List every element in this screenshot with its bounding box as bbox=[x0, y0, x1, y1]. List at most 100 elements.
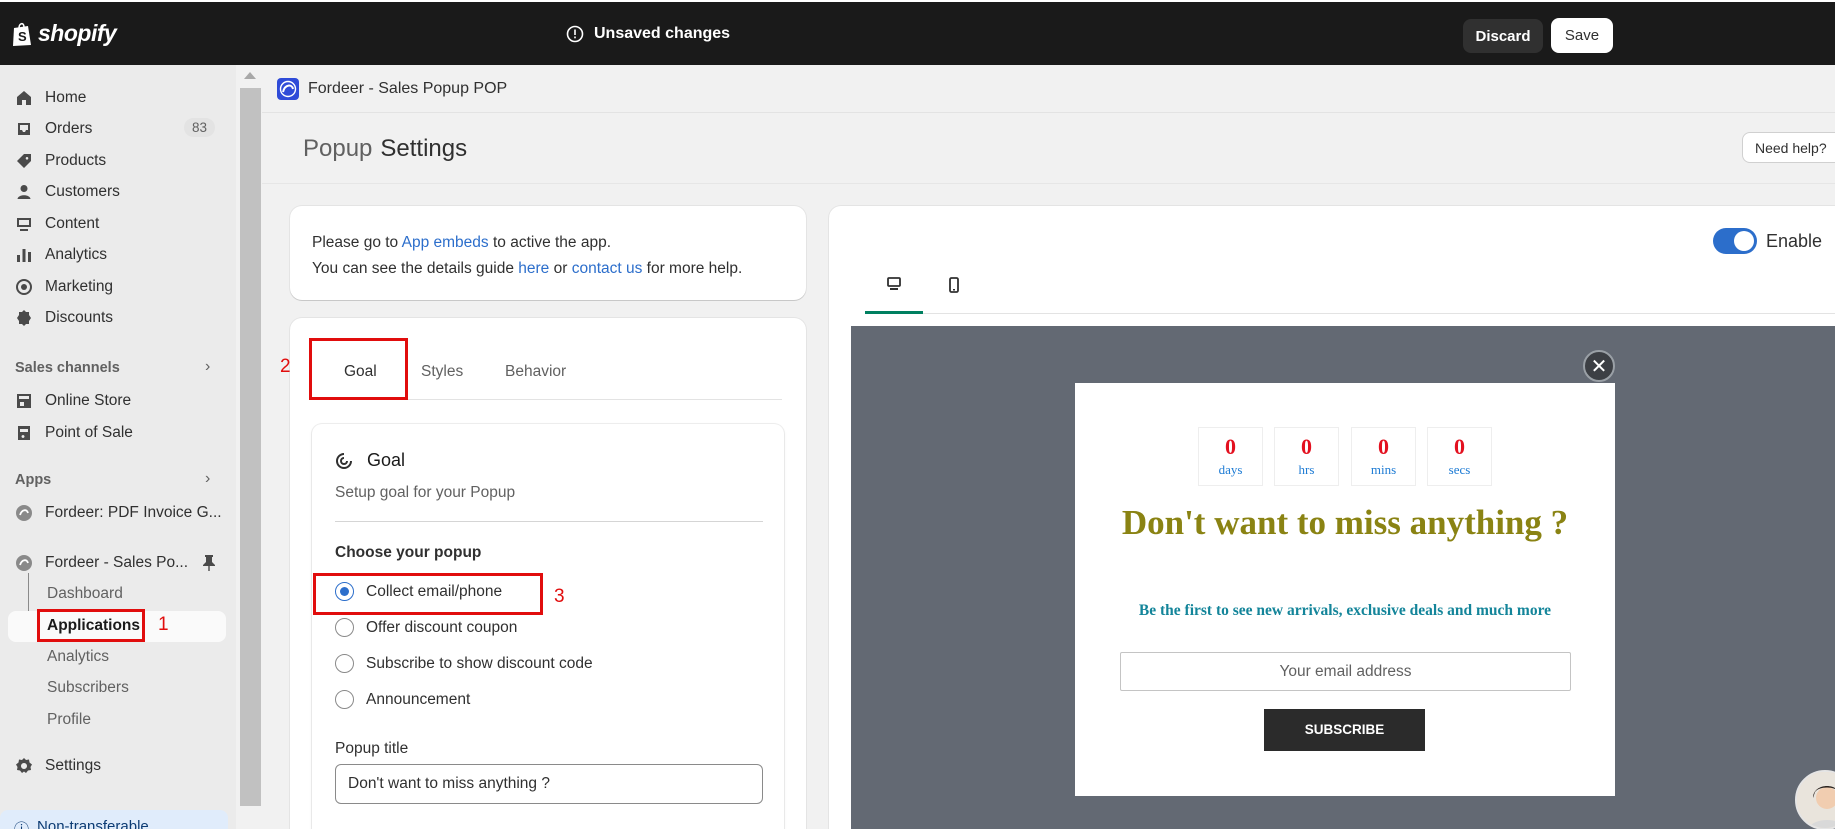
radio-icon[interactable] bbox=[335, 618, 354, 637]
person-icon bbox=[17, 185, 31, 199]
sidebar-item-content[interactable]: Content bbox=[15, 212, 99, 236]
sidebar-item-point-of-sale[interactable]: Point of Sale bbox=[15, 421, 133, 445]
sales-channels-title[interactable]: Sales channels bbox=[15, 360, 120, 376]
sidebar-item-analytics[interactable]: Analytics bbox=[15, 243, 107, 267]
sidebar-subitem-subscribers[interactable]: Subscribers bbox=[47, 679, 129, 697]
gear-icon bbox=[16, 758, 32, 773]
countdown-days: 0 days bbox=[1199, 428, 1262, 485]
enable-label: Enable bbox=[1766, 231, 1823, 251]
sidebar-item-fordeer-pdf[interactable]: Fordeer: PDF Invoice G... bbox=[15, 501, 222, 525]
goal-section: Goal Setup goal for your Popup Choose yo… bbox=[312, 424, 784, 829]
fordeer-app-icon bbox=[16, 505, 32, 521]
sidebar-subitem-analytics[interactable]: Analytics bbox=[47, 648, 109, 666]
sidebar-item-settings[interactable]: Settings bbox=[15, 754, 101, 778]
radio-announcement[interactable]: Announcement bbox=[335, 690, 470, 709]
app-embed-notice: Please go to App embeds to active the ap… bbox=[290, 206, 806, 300]
content-icon bbox=[17, 218, 31, 231]
breadcrumb-popup[interactable]: Popup bbox=[303, 135, 372, 163]
shopify-logo[interactable]: S shopify bbox=[10, 20, 117, 47]
popup-email-input[interactable]: Your email address bbox=[1120, 652, 1571, 691]
brand-name: shopify bbox=[38, 20, 117, 46]
discard-button[interactable]: Discard bbox=[1463, 19, 1543, 53]
radio-icon[interactable] bbox=[335, 690, 354, 709]
orders-count-badge: 83 bbox=[184, 118, 216, 137]
popup-subtitle: Be the first to see new arrivals, exclus… bbox=[1138, 602, 1552, 619]
notice-line-1: Please go to App embeds to active the ap… bbox=[312, 234, 612, 251]
tab-styles[interactable]: Styles bbox=[421, 363, 463, 381]
sidebar-subitem-profile[interactable]: Profile bbox=[47, 711, 91, 729]
header-divider bbox=[262, 183, 1835, 184]
goal-heading: Goal bbox=[335, 450, 405, 471]
close-icon[interactable]: ✕ bbox=[1583, 350, 1615, 382]
app-title: Fordeer - Sales Popup POP bbox=[308, 80, 508, 97]
sidebar-item-customers[interactable]: Customers bbox=[15, 180, 120, 204]
tab-desktop[interactable] bbox=[865, 256, 923, 314]
unsaved-changes-notice: Unsaved changes bbox=[566, 25, 730, 43]
tag-icon bbox=[17, 154, 31, 168]
annotation-label-3: 3 bbox=[554, 586, 565, 607]
sidebar-subitem-dashboard[interactable]: Dashboard bbox=[47, 585, 123, 603]
page-title-text: Settings bbox=[380, 135, 468, 162]
radio-offer-discount[interactable]: Offer discount coupon bbox=[335, 618, 517, 637]
preview-stage: 0 days 0 hrs 0 mins 0 secs Don't want to… bbox=[851, 326, 1835, 829]
scrollbar-thumb[interactable] bbox=[240, 88, 261, 806]
goal-icon bbox=[336, 452, 352, 469]
subscribe-button[interactable]: SUBSCRIBE bbox=[1264, 709, 1425, 751]
chevron-right-icon[interactable]: › bbox=[205, 470, 210, 488]
countdown-hours: 0 hrs bbox=[1275, 428, 1338, 485]
device-tabs bbox=[865, 256, 1835, 314]
app-header: Fordeer - Sales Popup POP bbox=[262, 65, 1835, 113]
pin-icon[interactable] bbox=[202, 554, 216, 572]
desktop-icon bbox=[887, 276, 901, 290]
page-title: Popup Settings bbox=[303, 135, 467, 163]
info-icon bbox=[566, 25, 584, 43]
annotation-box-2 bbox=[309, 338, 408, 400]
top-bar: S shopify Unsaved changes Discard Save bbox=[0, 0, 1835, 65]
home-icon bbox=[17, 91, 31, 105]
bar-chart-icon bbox=[17, 249, 31, 262]
popup-preview: 0 days 0 hrs 0 mins 0 secs Don't want to… bbox=[1075, 383, 1615, 796]
target-icon bbox=[16, 279, 32, 295]
annotation-label-2: 2 bbox=[280, 356, 291, 377]
scroll-up-arrow-icon[interactable] bbox=[244, 72, 256, 79]
sidebar-item-fordeer-sales[interactable]: Fordeer - Sales Po... bbox=[15, 551, 188, 575]
save-button[interactable]: Save bbox=[1551, 18, 1613, 53]
here-link[interactable]: here bbox=[518, 260, 549, 277]
shopify-bag-icon: S bbox=[13, 22, 31, 46]
svg-text:S: S bbox=[18, 29, 27, 44]
countdown-minutes: 0 mins bbox=[1352, 428, 1415, 485]
store-icon bbox=[17, 394, 31, 408]
need-help-button[interactable]: Need help? bbox=[1742, 132, 1835, 163]
popup-preview-card: Enable 0 days 0 hrs 0 mins 0 secs Don't … bbox=[829, 206, 1835, 829]
popup-title: Don't want to miss anything ? bbox=[1121, 503, 1569, 542]
sidebar-item-marketing[interactable]: Marketing bbox=[15, 275, 113, 299]
radio-icon[interactable] bbox=[335, 654, 354, 673]
annotation-box-3 bbox=[313, 573, 543, 615]
sidebar-item-home[interactable]: Home bbox=[15, 86, 86, 110]
unsaved-text: Unsaved changes bbox=[594, 25, 731, 42]
popup-title-input[interactable] bbox=[335, 764, 763, 804]
countdown-seconds: 0 secs bbox=[1428, 428, 1491, 485]
notice-line-2: You can see the details guide here or co… bbox=[312, 260, 743, 277]
sidebar: Home Orders 83 Products Customers Conten… bbox=[0, 65, 236, 829]
enable-toggle[interactable] bbox=[1713, 228, 1757, 254]
app-embeds-link[interactable]: App embeds bbox=[402, 234, 489, 251]
non-transferable-banner[interactable]: ⓘ Non-transferable bbox=[0, 810, 228, 829]
fordeer-app-icon bbox=[277, 78, 299, 100]
discount-icon bbox=[17, 310, 31, 326]
annotation-label-1: 1 bbox=[158, 614, 169, 635]
annotation-box-1 bbox=[37, 609, 145, 642]
tab-mobile[interactable] bbox=[936, 256, 972, 314]
orders-icon bbox=[18, 123, 30, 135]
apps-title[interactable]: Apps bbox=[15, 472, 51, 488]
radio-subscribe-discount[interactable]: Subscribe to show discount code bbox=[335, 654, 593, 673]
pos-icon bbox=[18, 426, 30, 440]
contact-us-link[interactable]: contact us bbox=[572, 260, 643, 277]
sidebar-item-orders[interactable]: Orders bbox=[15, 117, 92, 141]
tab-behavior[interactable]: Behavior bbox=[505, 363, 566, 381]
chevron-right-icon[interactable]: › bbox=[205, 358, 210, 376]
sidebar-item-discounts[interactable]: Discounts bbox=[15, 306, 113, 330]
sidebar-item-online-store[interactable]: Online Store bbox=[15, 389, 131, 413]
mobile-icon bbox=[949, 277, 959, 293]
sidebar-item-products[interactable]: Products bbox=[15, 149, 106, 173]
